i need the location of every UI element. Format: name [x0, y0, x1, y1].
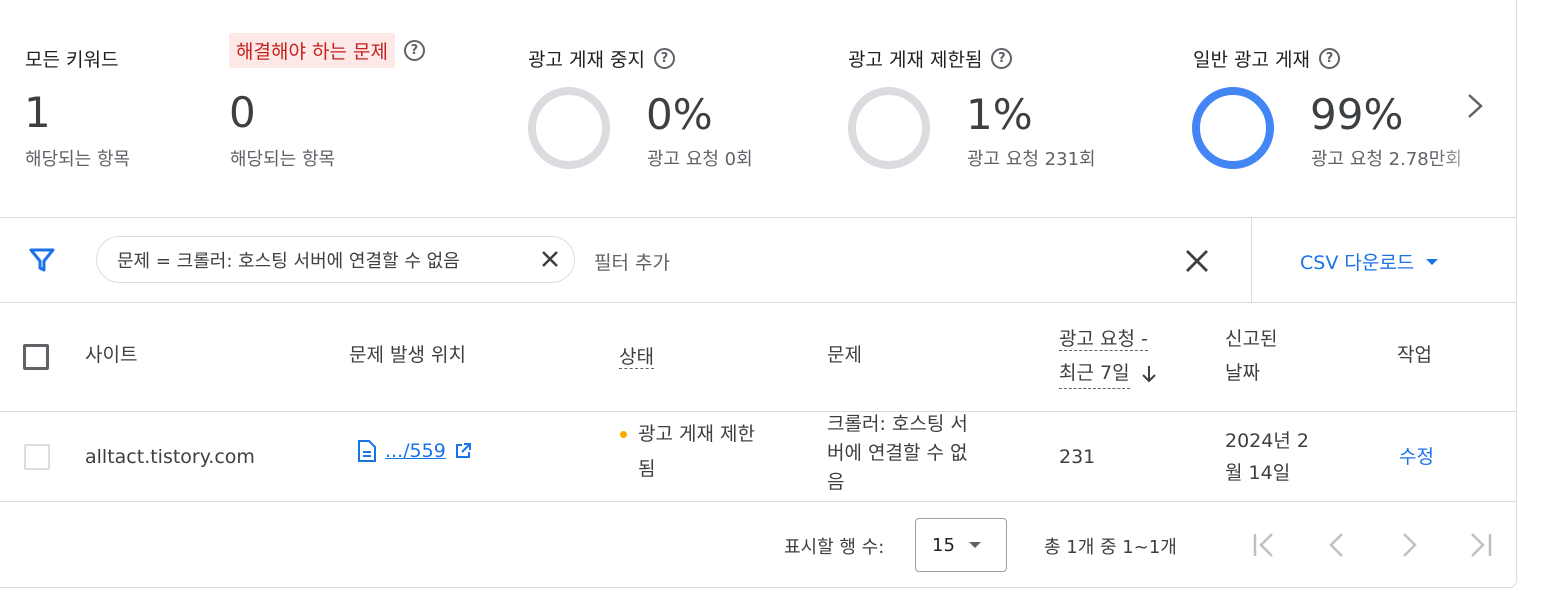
stopped-sub: 광고 요청 0회	[647, 149, 753, 170]
ad-serving-report-card: 모든 키워드 1 해당되는 항목 해결해야 하는 문제 ? 0 해당되는 항목 …	[0, 0, 1517, 588]
column-header-reported-date[interactable]: 신고된 날짜	[1225, 324, 1277, 388]
limited-ring	[848, 87, 930, 169]
help-icon[interactable]: ?	[991, 48, 1013, 69]
caret-down-icon	[968, 542, 981, 548]
issues-label[interactable]: 해결해야 하는 문제 ?	[229, 33, 425, 68]
previous-page-icon[interactable]	[1322, 530, 1352, 560]
last-page-icon[interactable]	[1466, 530, 1496, 560]
document-icon	[357, 439, 377, 463]
select-all-checkbox[interactable]	[23, 344, 49, 370]
close-icon[interactable]	[540, 249, 560, 274]
caret-down-icon	[1426, 258, 1439, 265]
divider	[0, 302, 1516, 303]
divider	[0, 501, 1516, 502]
divider	[0, 217, 1516, 218]
column-header-location[interactable]: 문제 발생 위치	[349, 340, 466, 370]
row-issue: 크롤러: 호스팅 서 버에 연결할 수 없 음	[827, 413, 968, 493]
column-header-action: 작업	[1397, 344, 1432, 366]
stopped-percent: 0%	[646, 90, 713, 139]
filter-chip[interactable]: 문제 = 크롤러: 호스팅 서버에 연결할 수 없음	[96, 236, 575, 283]
row-site: alltact.tistory.com	[85, 446, 255, 468]
row-location-link[interactable]: .../559	[357, 436, 472, 466]
limited-sub: 광고 요청 231회	[967, 149, 1096, 170]
csv-download-button[interactable]: CSV 다운로드	[1300, 248, 1439, 275]
divider	[1251, 218, 1252, 302]
divider	[0, 411, 1516, 412]
sort-down-arrow-icon[interactable]	[1140, 364, 1158, 384]
issues-sub: 해당되는 항목	[230, 149, 336, 170]
help-icon[interactable]: ?	[653, 48, 675, 69]
column-header-status[interactable]: 상태	[619, 342, 654, 372]
normal-ring	[1192, 87, 1274, 169]
issues-chip: 해결해야 하는 문제	[229, 33, 395, 68]
limited-percent: 1%	[966, 90, 1033, 139]
all-keywords-label[interactable]: 모든 키워드	[25, 45, 118, 72]
filter-chip-label: 문제 = 크롤러: 호스팅 서버에 연결할 수 없음	[117, 250, 460, 272]
help-icon[interactable]: ?	[1318, 48, 1340, 69]
issues-count: 0	[229, 88, 256, 137]
add-filter-input[interactable]: 필터 추가	[594, 248, 670, 275]
column-header-requests[interactable]: 광고 요청 - 최근 7일	[1059, 324, 1158, 389]
normal-label[interactable]: 일반 광고 게재 ?	[1193, 45, 1340, 72]
all-keywords-sub: 해당되는 항목	[25, 149, 131, 170]
overflow-fade	[1435, 140, 1505, 180]
external-link-icon	[454, 442, 472, 460]
row-checkbox[interactable]	[24, 444, 50, 470]
limited-label[interactable]: 광고 게재 제한됨 ?	[848, 45, 1013, 72]
next-page-icon[interactable]	[1394, 530, 1424, 560]
filter-icon[interactable]	[28, 246, 56, 278]
row-reported-date: 2024년 2 월 14일	[1225, 430, 1309, 484]
chevron-right-icon[interactable]	[1460, 88, 1490, 124]
clear-filters-icon[interactable]	[1184, 248, 1210, 278]
rows-per-page-label: 표시할 행 수:	[784, 537, 885, 558]
first-page-icon[interactable]	[1250, 530, 1280, 560]
help-icon[interactable]: ?	[403, 40, 425, 61]
stopped-ring	[528, 87, 610, 169]
row-requests: 231	[1059, 446, 1096, 468]
stopped-label[interactable]: 광고 게재 중지 ?	[528, 45, 675, 72]
column-header-issue[interactable]: 문제	[827, 340, 862, 370]
edit-button[interactable]: 수정	[1399, 442, 1434, 469]
column-header-site[interactable]: 사이트	[85, 340, 137, 370]
pagination-range: 총 1개 중 1~1개	[1044, 537, 1177, 558]
all-keywords-count: 1	[24, 88, 51, 137]
status-dot	[620, 431, 627, 438]
rows-per-page-select[interactable]: 15	[915, 518, 1007, 572]
row-status: 광고 게재 제한 됨	[638, 423, 755, 480]
normal-percent: 99%	[1310, 90, 1404, 139]
